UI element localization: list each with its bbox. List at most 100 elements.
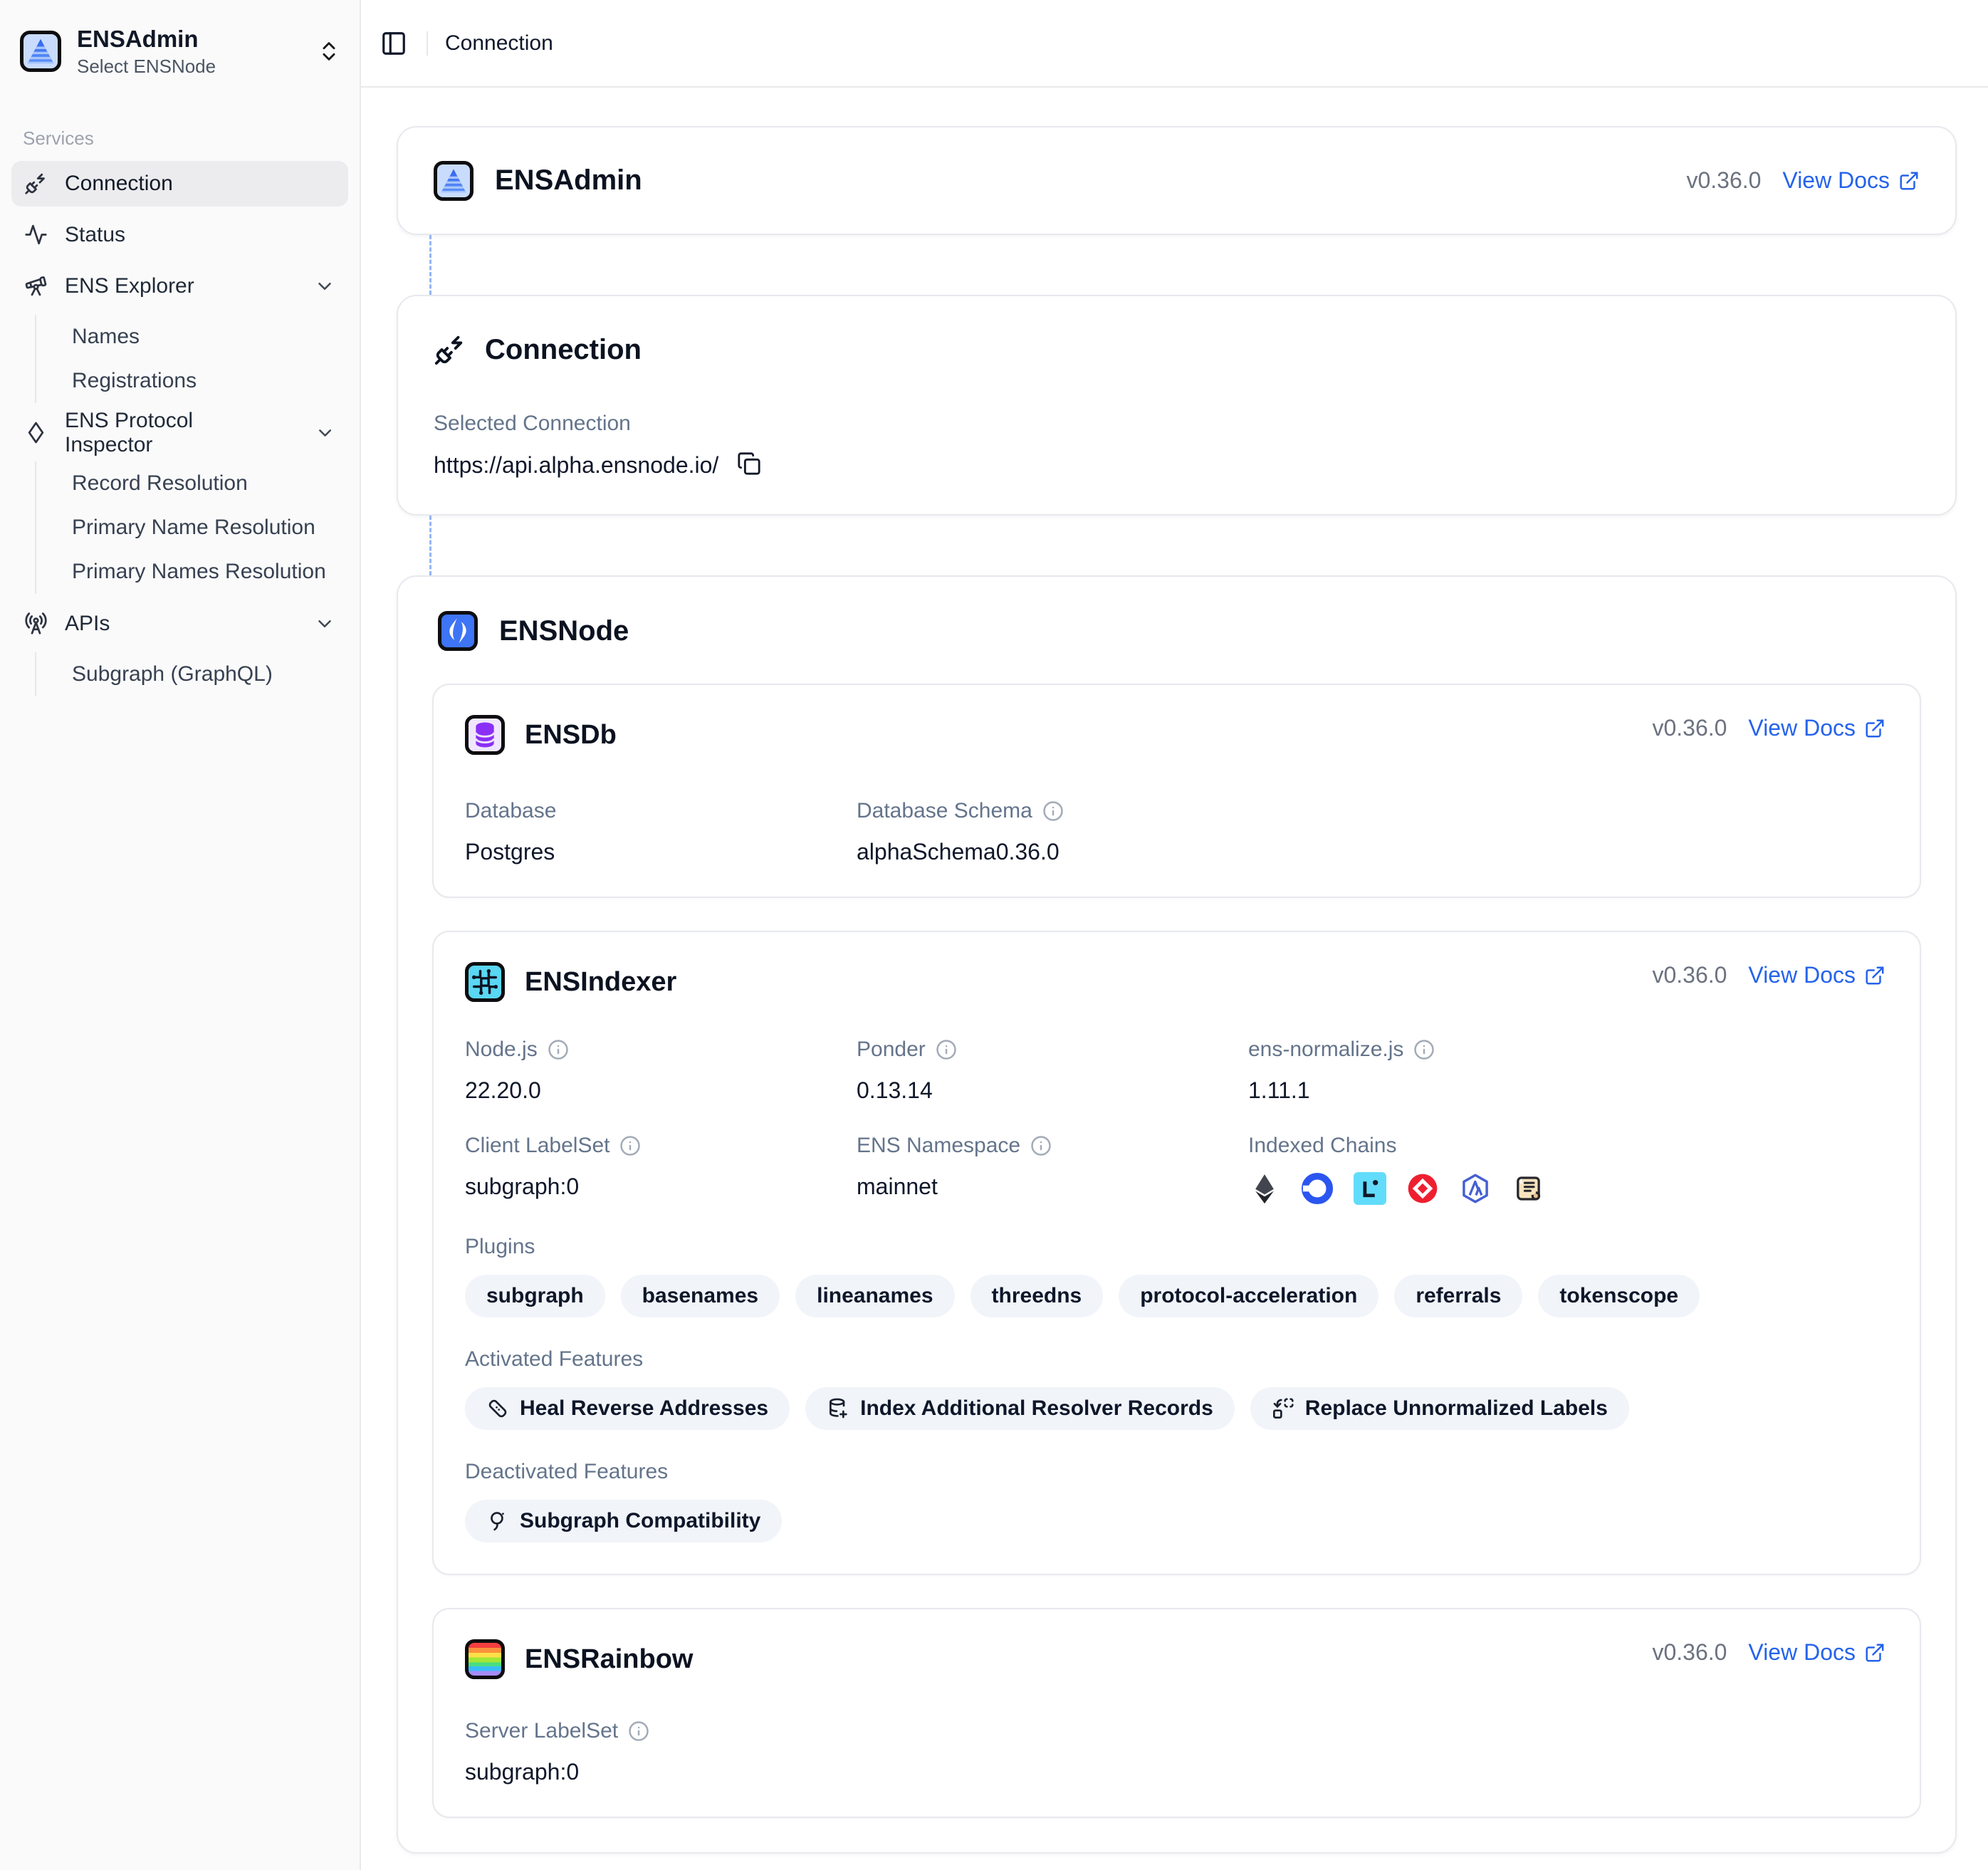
sidebar-item-subgraph-graphql[interactable]: Subgraph (GraphQL): [62, 652, 348, 696]
server-labelset-value: subgraph:0: [465, 1759, 857, 1785]
ensadmin-logo-icon: [20, 31, 61, 72]
sidebar-submenu-apis: Subgraph (GraphQL): [35, 652, 348, 696]
selected-connection-row: https://api.alpha.ensnode.io/: [434, 451, 1920, 479]
page-content: ENSAdmin v0.36.0 View Docs: [361, 88, 1988, 1870]
ensrainbow-card-title: ENSRainbow: [525, 1644, 693, 1675]
dashed-connector: [429, 235, 1957, 295]
plugin-chip: referrals: [1394, 1275, 1522, 1317]
app-name: ENSAdmin: [77, 26, 301, 53]
ensrainbow-view-docs-link[interactable]: View Docs: [1748, 1639, 1885, 1666]
database-schema-label: Database Schema: [857, 799, 1032, 823]
sidebar-submenu-ens-explorer: Names Registrations: [35, 315, 348, 403]
dashed-connector: [429, 516, 1957, 575]
ensnode-card: ENSNode ENSDb: [397, 575, 1957, 1854]
nodejs-field: Node.js 22.20.0: [465, 1038, 857, 1104]
external-link-icon: [1898, 170, 1920, 192]
replace-icon: [1272, 1397, 1294, 1420]
info-icon[interactable]: [936, 1039, 957, 1060]
info-icon[interactable]: [628, 1720, 649, 1742]
server-labelset-field: Server LabelSet subgraph:0: [465, 1719, 857, 1785]
sidebar-item-primary-names-resolution[interactable]: Primary Names Resolution: [62, 550, 348, 594]
ens-normalize-value: 1.11.1: [1248, 1077, 1885, 1104]
indexed-chains-row: [1248, 1172, 1885, 1205]
sidebar-item-label: ENS Explorer: [65, 274, 194, 298]
ensnode-selector[interactable]: ENSAdmin Select ENSNode: [11, 20, 348, 83]
copy-url-button[interactable]: [737, 451, 764, 479]
feature-chip: Replace Unnormalized Labels: [1250, 1387, 1629, 1430]
app-root: ENSAdmin Select ENSNode Services Connect…: [0, 0, 1988, 1870]
plugin-chip: threedns: [971, 1275, 1104, 1317]
topbar-divider: [427, 31, 428, 56]
sidebar-item-label: Status: [65, 223, 125, 247]
ensdb-card: ENSDb v0.36.0 View Docs: [432, 684, 1921, 898]
sidebar-item-status[interactable]: Status: [11, 212, 348, 258]
sidebar-item-names[interactable]: Names: [62, 315, 348, 359]
sidebar-item-registrations[interactable]: Registrations: [62, 359, 348, 403]
ensdb-view-docs-link[interactable]: View Docs: [1748, 715, 1885, 741]
ensrainbow-version: v0.36.0: [1652, 1639, 1727, 1666]
chevron-down-icon: [314, 613, 335, 634]
sidebar-item-ens-explorer[interactable]: ENS Explorer: [11, 263, 348, 309]
sidebar-item-apis[interactable]: APIs: [11, 601, 348, 647]
activity-icon: [24, 223, 48, 246]
breadcrumb: Connection: [445, 31, 553, 56]
ensnode-card-title: ENSNode: [499, 615, 629, 647]
info-icon[interactable]: [619, 1135, 641, 1156]
connection-url: https://api.alpha.ensnode.io/: [434, 452, 718, 479]
sidebar-toggle-button[interactable]: [378, 28, 409, 59]
ensdb-version: v0.36.0: [1652, 715, 1727, 741]
external-link-icon: [1864, 718, 1885, 739]
plugins-row: subgraph basenames lineanames threedns p…: [465, 1275, 1885, 1317]
ensrainbow-card: ENSRainbow v0.36.0 View Docs: [432, 1608, 1921, 1818]
external-link-icon: [1864, 965, 1885, 986]
ens-diamond-icon: [24, 421, 48, 444]
sidebar-item-record-resolution[interactable]: Record Resolution: [62, 461, 348, 506]
copy-icon: [737, 451, 761, 476]
ponder-value: 0.13.14: [857, 1077, 1248, 1104]
plugins-label: Plugins: [465, 1235, 1885, 1259]
ensindexer-card: ENSIndexer v0.36.0 View Docs: [432, 931, 1921, 1575]
chain-icon-base: [1301, 1172, 1334, 1205]
ensrainbow-logo-icon: [465, 1639, 505, 1679]
deactivated-features-label: Deactivated Features: [465, 1460, 1885, 1484]
chevrons-up-down-icon[interactable]: [317, 39, 341, 63]
chain-icon-ethereum: [1248, 1172, 1281, 1205]
sidebar-item-ens-protocol-inspector[interactable]: ENS Protocol Inspector: [11, 410, 348, 456]
ens-normalize-field: ens-normalize.js 1.11.1: [1248, 1038, 1885, 1104]
info-icon[interactable]: [1413, 1039, 1435, 1060]
ensdb-logo-icon: [465, 715, 505, 755]
ens-namespace-field: ENS Namespace mainnet: [857, 1134, 1248, 1205]
ensadmin-version: v0.36.0: [1686, 167, 1761, 194]
ensindexer-view-docs-link[interactable]: View Docs: [1748, 962, 1885, 988]
sidebar-item-label: Connection: [65, 172, 173, 196]
subgraph-icon: [486, 1510, 509, 1532]
sidebar-app-identity: ENSAdmin Select ENSNode: [77, 26, 301, 78]
plugin-chip: basenames: [621, 1275, 780, 1317]
info-icon[interactable]: [1042, 800, 1064, 822]
plug-zap-icon: [434, 333, 466, 366]
chain-icon-arbitrum: [1459, 1172, 1492, 1205]
plugin-chip: protocol-acceleration: [1119, 1275, 1378, 1317]
chevron-down-icon: [315, 422, 335, 444]
chain-icon-scroll: [1512, 1172, 1544, 1205]
client-labelset-field: Client LabelSet subgraph:0: [465, 1134, 857, 1205]
connection-card: Connection Selected Connection https://a…: [397, 295, 1957, 516]
sidebar-submenu-inspector: Record Resolution Primary Name Resolutio…: [35, 461, 348, 594]
ensindexer-card-title: ENSIndexer: [525, 967, 676, 998]
sidebar-item-label: APIs: [65, 612, 110, 636]
telescope-icon: [24, 274, 48, 298]
ensadmin-view-docs-link[interactable]: View Docs: [1782, 167, 1920, 194]
info-icon[interactable]: [1030, 1135, 1052, 1156]
nodejs-value: 22.20.0: [465, 1077, 857, 1104]
chevron-down-icon: [314, 276, 335, 297]
sidebar-item-primary-name-resolution[interactable]: Primary Name Resolution: [62, 506, 348, 550]
info-icon[interactable]: [548, 1039, 569, 1060]
ens-namespace-value: mainnet: [857, 1174, 1248, 1200]
main-area: Connection: [361, 0, 1988, 1870]
database-value: Postgres: [465, 839, 857, 865]
chain-icon-threedns: [1406, 1172, 1439, 1205]
sidebar: ENSAdmin Select ENSNode Services Connect…: [0, 0, 361, 1870]
sidebar-item-connection[interactable]: Connection: [11, 161, 348, 207]
sidebar-section-label: Services: [23, 127, 348, 150]
feature-chip: Subgraph Compatibility: [465, 1500, 782, 1542]
